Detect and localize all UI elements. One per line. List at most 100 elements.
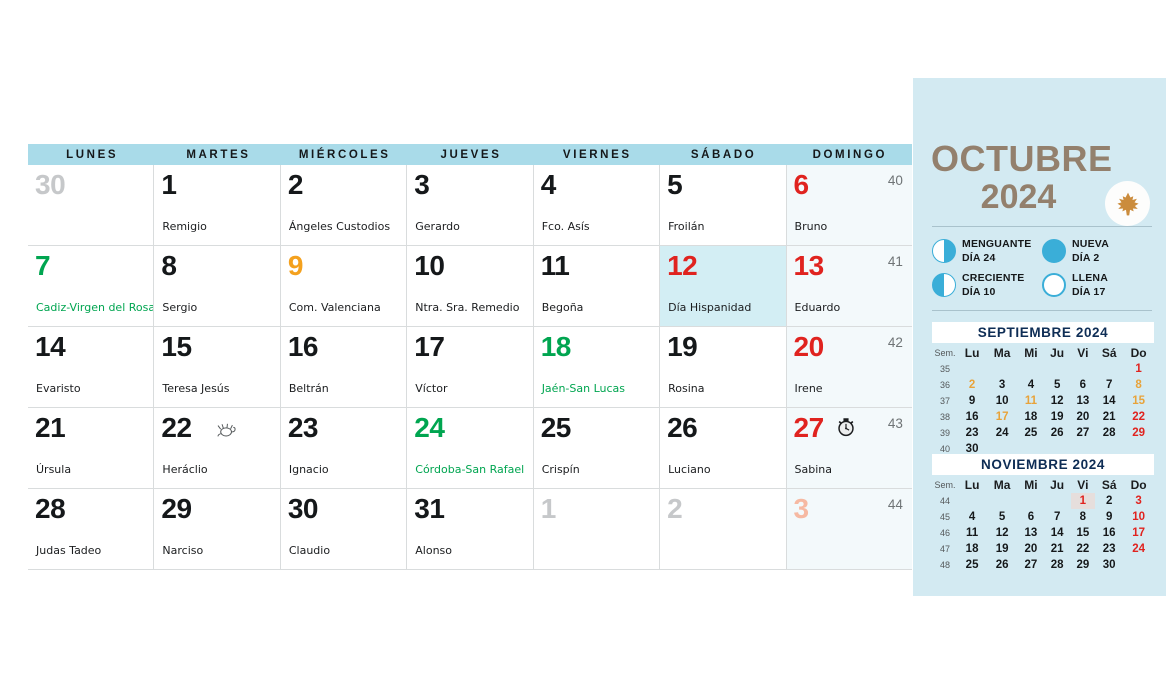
mini-day-cell[interactable]: 4 — [958, 509, 986, 525]
day-cell[interactable]: 20 Irene 42 — [786, 327, 912, 407]
mini-day-cell[interactable]: 6 — [1018, 509, 1044, 525]
mini-day-cell[interactable]: 23 — [1095, 541, 1123, 557]
mini-day-cell[interactable]: 8 — [1123, 377, 1154, 393]
mini-day-cell[interactable]: 25 — [1018, 425, 1044, 441]
mini-day-cell[interactable]: 12 — [1044, 393, 1071, 409]
mini-day-cell[interactable]: 30 — [1095, 557, 1123, 573]
day-cell[interactable]: 30 Claudio — [280, 489, 408, 569]
day-cell[interactable]: 13 Eduardo 41 — [786, 246, 912, 326]
mini-day-cell[interactable]: 14 — [1044, 525, 1071, 541]
day-cell[interactable]: 3 44 — [786, 489, 912, 569]
mini-day-cell[interactable]: 2 — [1095, 493, 1123, 509]
mini-day-cell[interactable]: 4 — [1018, 377, 1044, 393]
mini-day-cell[interactable]: 14 — [1095, 393, 1123, 409]
mini-day-cell[interactable]: 24 — [1123, 541, 1154, 557]
mini-day-cell[interactable] — [1018, 361, 1044, 377]
mini-day-cell[interactable]: 7 — [1044, 509, 1071, 525]
mini-day-cell[interactable]: 1 — [1123, 361, 1154, 377]
mini-day-cell[interactable]: 21 — [1095, 409, 1123, 425]
mini-day-cell[interactable]: 20 — [1018, 541, 1044, 557]
mini-day-cell[interactable]: 18 — [958, 541, 986, 557]
mini-day-cell[interactable]: 22 — [1123, 409, 1154, 425]
mini-day-cell[interactable]: 10 — [986, 393, 1018, 409]
mini-day-cell[interactable]: 29 — [1071, 557, 1096, 573]
mini-day-cell[interactable]: 24 — [986, 425, 1018, 441]
mini-day-cell[interactable]: 16 — [958, 409, 986, 425]
day-cell[interactable]: 24 Córdoba-San Rafael — [407, 408, 534, 488]
day-cell[interactable]: 22 Heráclio — [154, 408, 281, 488]
mini-day-cell[interactable] — [1123, 557, 1154, 573]
mini-day-cell[interactable] — [1018, 493, 1044, 509]
day-cell[interactable]: 9 Com. Valenciana — [280, 246, 408, 326]
mini-day-cell[interactable]: 12 — [986, 525, 1018, 541]
mini-day-cell[interactable]: 19 — [986, 541, 1018, 557]
mini-day-cell[interactable]: 6 — [1071, 377, 1096, 393]
mini-day-cell[interactable] — [1095, 361, 1123, 377]
day-cell[interactable]: 28 Judas Tadeo — [28, 489, 155, 569]
mini-day-cell[interactable]: 17 — [986, 409, 1018, 425]
mini-day-cell[interactable]: 10 — [1123, 509, 1154, 525]
day-cell[interactable]: 29 Narciso — [154, 489, 281, 569]
mini-day-cell[interactable]: 13 — [1071, 393, 1096, 409]
mini-day-cell[interactable]: 21 — [1044, 541, 1071, 557]
mini-day-cell[interactable]: 11 — [1018, 393, 1044, 409]
mini-day-cell[interactable]: 17 — [1123, 525, 1154, 541]
mini-day-cell[interactable]: 27 — [1018, 557, 1044, 573]
mini-day-cell[interactable] — [958, 361, 986, 377]
mini-day-cell[interactable]: 7 — [1095, 377, 1123, 393]
mini-day-cell[interactable]: 27 — [1071, 425, 1096, 441]
day-cell[interactable]: 17 Víctor — [407, 327, 534, 407]
mini-day-cell[interactable]: 26 — [986, 557, 1018, 573]
mini-day-cell[interactable]: 28 — [1095, 425, 1123, 441]
mini-day-cell[interactable] — [1071, 361, 1096, 377]
mini-day-cell[interactable]: 8 — [1071, 509, 1096, 525]
mini-day-cell[interactable]: 18 — [1018, 409, 1044, 425]
mini-day-cell[interactable]: 11 — [958, 525, 986, 541]
mini-day-cell[interactable] — [1044, 361, 1071, 377]
mini-day-cell[interactable] — [958, 493, 986, 509]
mini-day-cell[interactable]: 5 — [986, 509, 1018, 525]
mini-day-cell[interactable]: 13 — [1018, 525, 1044, 541]
mini-day-cell[interactable]: 25 — [958, 557, 986, 573]
day-cell[interactable]: 5 Froilán — [660, 165, 787, 245]
mini-day-cell[interactable]: 26 — [1044, 425, 1071, 441]
mini-day-cell[interactable]: 3 — [986, 377, 1018, 393]
mini-day-cell[interactable] — [986, 361, 1018, 377]
day-cell[interactable]: 7 Cadiz-Virgen del Rosario — [28, 246, 155, 326]
day-cell[interactable]: 10 Ntra. Sra. Remedio — [407, 246, 534, 326]
day-cell[interactable]: 16 Beltrán — [280, 327, 408, 407]
mini-day-cell[interactable]: 1 — [1070, 493, 1096, 509]
mini-day-cell[interactable]: 16 — [1095, 525, 1123, 541]
day-cell[interactable]: 23 Ignacio — [280, 408, 408, 488]
day-cell[interactable]: 6 Bruno 40 — [786, 165, 912, 245]
day-cell[interactable]: 21 Úrsula — [28, 408, 155, 488]
mini-day-cell[interactable]: 19 — [1044, 409, 1071, 425]
mini-day-cell[interactable]: 22 — [1071, 541, 1096, 557]
mini-day-cell[interactable]: 9 — [958, 393, 986, 409]
mini-day-cell[interactable]: 23 — [958, 425, 986, 441]
day-cell[interactable]: 1 Remigio — [154, 165, 281, 245]
mini-day-cell[interactable]: 15 — [1123, 393, 1154, 409]
mini-day-cell[interactable]: 15 — [1071, 525, 1096, 541]
mini-day-cell[interactable]: 3 — [1123, 493, 1154, 509]
day-cell[interactable]: 1 — [533, 489, 661, 569]
mini-day-cell[interactable]: 29 — [1123, 425, 1154, 441]
day-cell[interactable]: 14 Evaristo — [28, 327, 155, 407]
day-cell[interactable]: 18 Jaén-San Lucas — [533, 327, 661, 407]
day-cell[interactable]: 30 — [28, 165, 155, 245]
day-cell[interactable]: 15 Teresa Jesús — [154, 327, 281, 407]
mini-day-cell[interactable]: 2 — [958, 377, 986, 393]
day-cell[interactable]: 31 Alonso — [407, 489, 534, 569]
day-cell[interactable]: 3 Gerardo — [407, 165, 534, 245]
mini-day-cell[interactable]: 28 — [1044, 557, 1071, 573]
day-cell[interactable]: 8 Sergio — [154, 246, 281, 326]
mini-day-cell[interactable]: 5 — [1044, 377, 1071, 393]
day-cell[interactable]: 2 — [660, 489, 787, 569]
day-cell[interactable]: 19 Rosina — [660, 327, 787, 407]
day-cell[interactable]: 2 Ángeles Custodios — [280, 165, 408, 245]
mini-day-cell[interactable] — [986, 493, 1018, 509]
day-cell[interactable]: 27 Sabina 43 — [786, 408, 912, 488]
day-cell[interactable]: 4 Fco. Asís — [533, 165, 661, 245]
mini-day-cell[interactable]: 20 — [1071, 409, 1096, 425]
day-cell[interactable]: 12 Día Hispanidad — [660, 246, 787, 326]
